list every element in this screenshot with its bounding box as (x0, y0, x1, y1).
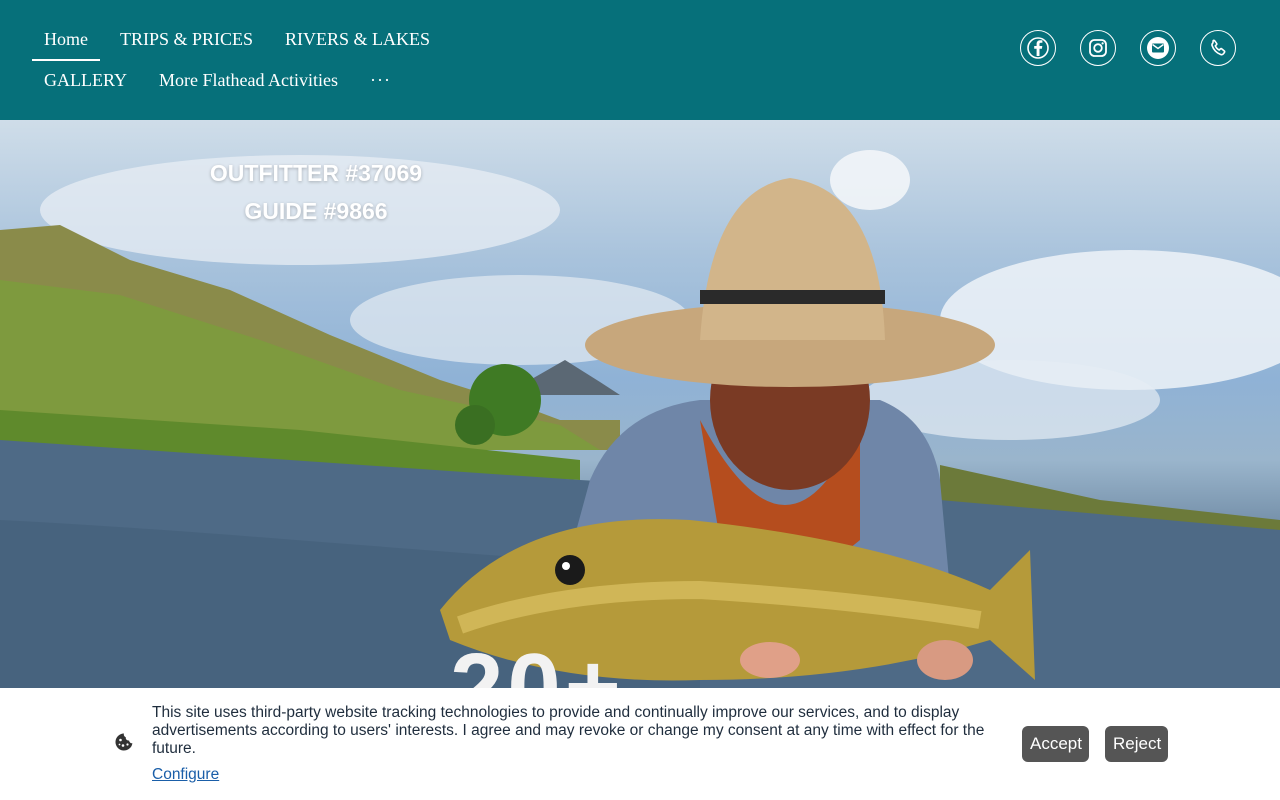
site-header: Home TRIPS & PRICES RIVERS & LAKES GALLE… (0, 0, 1280, 120)
nav-item-gallery[interactable]: GALLERY (32, 61, 139, 102)
accept-button[interactable]: Accept (1022, 726, 1089, 762)
phone-icon[interactable] (1200, 30, 1236, 66)
guide-number: GUIDE #9866 (244, 198, 388, 224)
cookie-consent-text: This site uses third-party website track… (152, 704, 985, 757)
nav-item-rivers-lakes[interactable]: RIVERS & LAKES (273, 20, 442, 61)
nav-row-1: Home TRIPS & PRICES RIVERS & LAKES (32, 20, 472, 61)
nav-item-trips-prices[interactable]: TRIPS & PRICES (108, 20, 265, 61)
reject-button[interactable]: Reject (1105, 726, 1168, 762)
nav-item-home[interactable]: Home (32, 20, 100, 61)
nav-row-2: GALLERY More Flathead Activities ··· (32, 61, 472, 102)
nav-more-menu[interactable]: ··· (358, 61, 403, 102)
social-links (1020, 30, 1236, 66)
mail-icon[interactable] (1140, 30, 1176, 66)
main-nav: Home TRIPS & PRICES RIVERS & LAKES GALLE… (32, 20, 472, 102)
facebook-icon[interactable] (1020, 30, 1056, 66)
nav-item-more-flathead-activities[interactable]: More Flathead Activities (147, 61, 350, 102)
configure-link[interactable]: Configure (152, 766, 219, 784)
instagram-icon[interactable] (1080, 30, 1116, 66)
cookie-icon (115, 733, 133, 751)
cookie-banner: This site uses third-party website track… (0, 688, 1280, 800)
outfitter-number: OUTFITTER #37069 (209, 160, 423, 186)
